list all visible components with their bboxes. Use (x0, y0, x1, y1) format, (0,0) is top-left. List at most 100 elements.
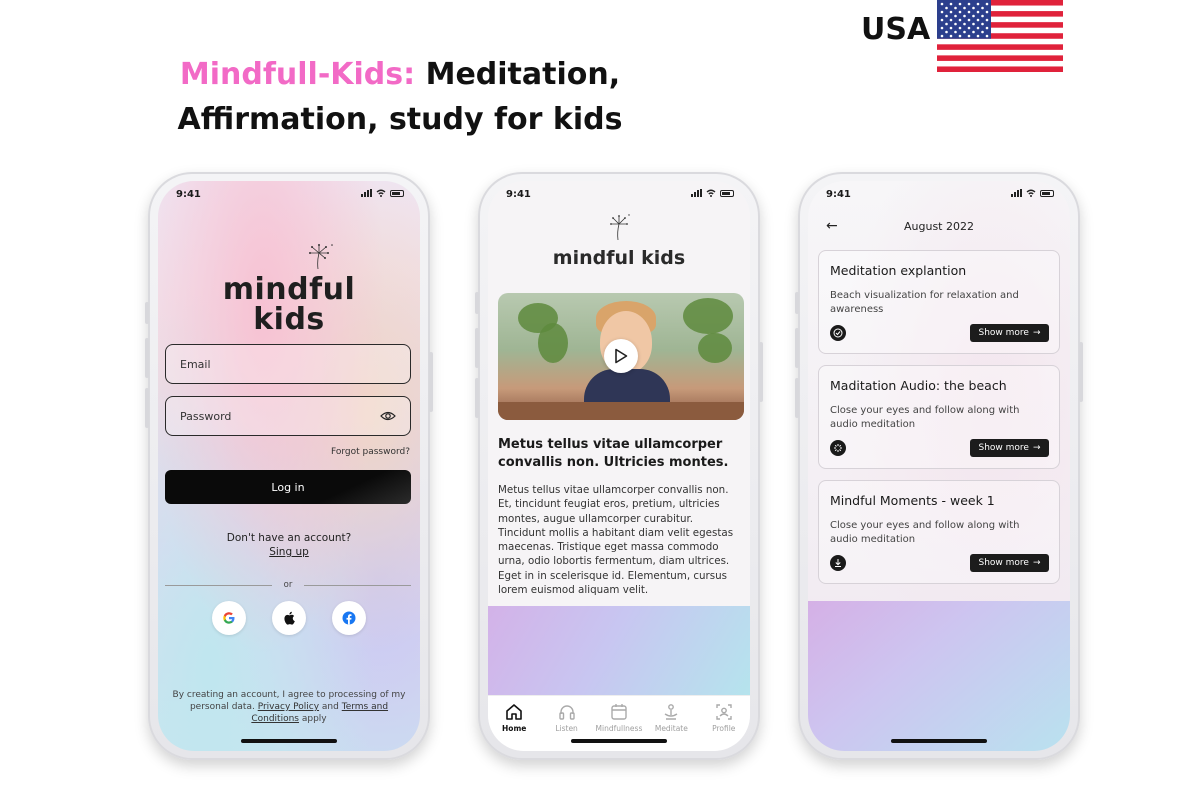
tab-meditate[interactable]: Meditate (645, 702, 697, 751)
home-indicator[interactable] (571, 739, 667, 743)
arrow-right-icon: → (1032, 443, 1041, 453)
status-bar: 9:41 (488, 181, 750, 207)
facebook-icon (342, 611, 356, 625)
tab-home-label: Home (502, 724, 527, 733)
show-more-label: Show more (978, 558, 1029, 568)
list-card[interactable]: Maditation Audio: the beach Close your e… (818, 365, 1060, 469)
dandelion-icon (610, 214, 630, 241)
google-icon (223, 612, 235, 624)
loading-spinner-icon (830, 440, 846, 456)
no-account-text: Don't have an account? (226, 532, 352, 544)
signup-prompt: Don't have an account? Sing up (158, 531, 420, 559)
terms-text: By creating an account, I agree to proce… (170, 689, 408, 725)
status-time: 9:41 (506, 189, 531, 200)
tab-listen-label: Listen (555, 724, 578, 733)
eye-icon[interactable] (380, 411, 396, 421)
tab-meditate-label: Meditate (654, 724, 688, 733)
home-indicator[interactable] (891, 739, 987, 743)
forgot-password-link[interactable]: Forgot password? (331, 447, 410, 457)
home-icon (506, 704, 522, 720)
headphones-icon (558, 705, 575, 720)
card-description: Close your eyes and follow along with au… (830, 520, 1020, 545)
signal-icon (361, 189, 372, 197)
list-card[interactable]: Mindful Moments - week 1 Close your eyes… (818, 480, 1060, 584)
logo-word-mindful: mindful (222, 272, 356, 307)
wifi-icon (706, 189, 716, 197)
article-body: Metus tellus vitae ullamcorper convallis… (498, 484, 734, 597)
page-title: August 2022 (904, 220, 974, 233)
arrow-right-icon: → (1032, 558, 1041, 568)
apple-login-button[interactable] (272, 601, 306, 635)
page-headline: Mindfull-Kids: Meditation, Affirmation, … (165, 52, 635, 142)
profile-icon (716, 704, 732, 720)
download-icon (830, 555, 846, 571)
privacy-policy-link[interactable]: Privacy Policy (258, 702, 319, 712)
calendar-icon (611, 704, 627, 720)
usa-flag-icon (937, 0, 1063, 72)
terms-and: and (321, 702, 339, 712)
phone-login: 9:41 mindful kids Email Password Forgot … (145, 172, 433, 760)
tab-profile-label: Profile (712, 724, 736, 733)
app-logo: mindful kids (488, 211, 750, 269)
app-logo: mindful kids (158, 241, 420, 335)
country-label: USA (861, 12, 931, 47)
password-placeholder: Password (180, 409, 232, 423)
facebook-login-button[interactable] (332, 601, 366, 635)
signup-link[interactable]: Sing up (158, 545, 420, 559)
battery-icon (1040, 189, 1054, 197)
login-screen: 9:41 mindful kids Email Password Forgot … (158, 181, 420, 751)
play-button[interactable] (604, 339, 638, 373)
card-description: Beach visualization for relaxation and a… (830, 290, 1019, 315)
status-bar: 9:41 (808, 181, 1070, 207)
article-headline: Metus tellus vitae ullamcorper convallis… (498, 437, 729, 470)
apple-icon (284, 611, 295, 625)
status-time: 9:41 (826, 189, 851, 200)
signal-icon (691, 189, 702, 197)
wifi-icon (376, 189, 386, 197)
logo-word-kids: kids (253, 302, 325, 337)
wifi-icon (1026, 189, 1036, 197)
phone-home: 9:41 mindful kids Metus tellus vitae ull… (475, 172, 763, 760)
phone-list: 9:41 ← August 2022 Meditation explantion… (795, 172, 1083, 760)
tab-profile[interactable]: Profile (698, 702, 750, 751)
show-more-label: Show more (978, 443, 1029, 453)
brand-name: Mindfull-Kids: (179, 57, 416, 92)
play-icon (615, 348, 628, 364)
arrow-right-icon: → (1032, 328, 1041, 338)
social-login-row (158, 601, 420, 635)
or-text: or (283, 580, 293, 590)
home-indicator[interactable] (241, 739, 337, 743)
tab-mindfullness[interactable]: Mindfullness (593, 702, 645, 751)
list-screen: 9:41 ← August 2022 Meditation explantion… (808, 181, 1070, 751)
show-more-button[interactable]: Show more → (970, 439, 1049, 457)
nav-bar: ← August 2022 (808, 217, 1070, 237)
home-screen: 9:41 mindful kids Metus tellus vitae ull… (488, 181, 750, 751)
dandelion-icon (309, 244, 333, 270)
google-login-button[interactable] (212, 601, 246, 635)
check-circle-icon (830, 325, 846, 341)
show-more-label: Show more (978, 328, 1029, 338)
show-more-button[interactable]: Show more → (970, 324, 1049, 342)
email-placeholder: Email (180, 357, 211, 371)
list-card[interactable]: Meditation explantion Beach visualizatio… (818, 250, 1060, 354)
card-title: Meditation explantion (830, 263, 967, 278)
terms-apply: apply (301, 714, 327, 724)
tab-home[interactable]: Home (488, 702, 540, 751)
card-title: Mindful Moments - week 1 (830, 493, 995, 508)
show-more-button[interactable]: Show more → (970, 554, 1049, 572)
password-field[interactable]: Password (165, 396, 411, 436)
card-description: Close your eyes and follow along with au… (830, 405, 1020, 430)
logo-text: mindful kids (552, 247, 686, 269)
card-title: Maditation Audio: the beach (830, 378, 1007, 393)
meditate-icon (664, 704, 678, 720)
or-divider: or (165, 579, 412, 591)
login-button[interactable]: Log in (165, 470, 411, 504)
status-bar: 9:41 (158, 181, 420, 207)
battery-icon (720, 189, 734, 197)
video-thumbnail[interactable] (498, 293, 744, 420)
email-field[interactable]: Email (165, 344, 411, 384)
tab-listen[interactable]: Listen (541, 702, 593, 751)
signal-icon (1011, 189, 1022, 197)
status-time: 9:41 (176, 189, 201, 200)
tab-mindfullness-label: Mindfullness (595, 724, 643, 733)
